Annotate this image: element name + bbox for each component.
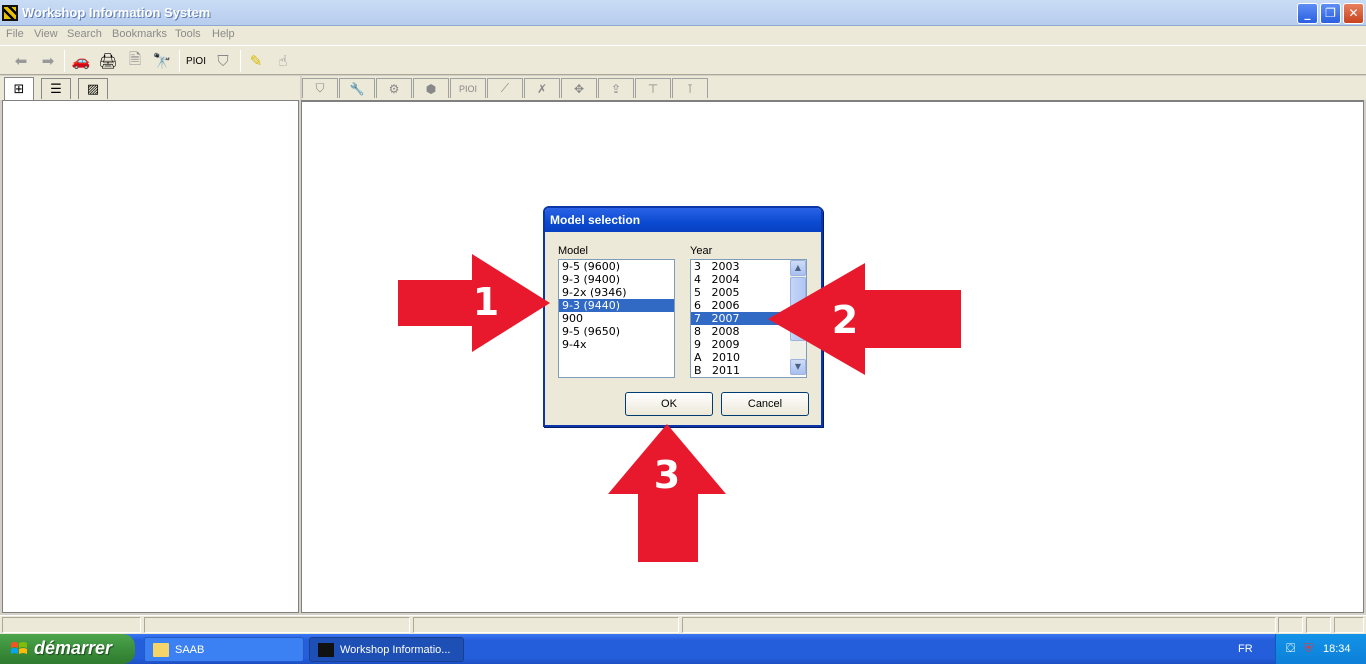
restore-button[interactable]: ❐ xyxy=(1320,3,1341,24)
shield-icon: ⛉ xyxy=(315,81,325,95)
model-list-item[interactable]: 9-4x xyxy=(559,338,674,351)
minimize-button[interactable]: _ xyxy=(1297,3,1318,24)
window-title: Workshop Information System xyxy=(22,5,211,20)
menu-view[interactable]: View xyxy=(34,28,58,40)
board-icon: ⊤ xyxy=(647,81,659,96)
tree-icon: ⊞ xyxy=(13,81,25,97)
tab-diagnostics[interactable]: ⟋ xyxy=(487,78,523,98)
start-button[interactable]: démarrer xyxy=(0,634,135,664)
tab-list[interactable]: ☰ xyxy=(41,78,71,99)
dialog-title: Model selection xyxy=(550,213,641,227)
shirt-icon: ⊺ xyxy=(686,81,694,96)
menu-file[interactable]: File xyxy=(6,28,24,40)
start-label: démarrer xyxy=(34,638,113,658)
model-list-item[interactable]: 9-3 (9400) xyxy=(559,273,674,286)
tab-image[interactable]: ▨ xyxy=(78,78,108,99)
model-list-item[interactable]: 9-5 (9600) xyxy=(559,260,674,273)
year-label: Year xyxy=(690,245,713,257)
tab-body[interactable]: ⊺ xyxy=(672,78,708,98)
model-list-item[interactable]: 900 xyxy=(559,312,674,325)
pioi-button[interactable]: PIOI xyxy=(185,51,207,71)
network-icon[interactable]: ⛋ xyxy=(1286,641,1295,656)
dialog-title-bar[interactable]: Model selection xyxy=(545,208,821,232)
taskbar-item-workshop[interactable]: Workshop Informatio... xyxy=(309,637,464,662)
tab-chassis[interactable]: ⛉ xyxy=(302,78,338,98)
menu-tools[interactable]: Tools xyxy=(175,28,201,40)
language-indicator[interactable]: FR xyxy=(1238,643,1253,655)
menu-help[interactable]: Help xyxy=(212,28,235,40)
annotation-number-1: 1 xyxy=(473,280,499,324)
binoculars-icon[interactable]: 🔭 xyxy=(152,51,172,71)
crossed-tools-icon: ✗ xyxy=(536,81,548,96)
toolbar: ⬅ ➡ 🚗 🖨 🗎 🔭 PIOI ⛉ ✎ ☝ xyxy=(0,45,1366,75)
security-shield-icon[interactable]: ⛨ xyxy=(1304,641,1313,656)
model-list-item[interactable]: 9-5 (9650) xyxy=(559,325,674,338)
funnel-icon[interactable]: ⛉ xyxy=(213,51,233,71)
annotation-number-2: 2 xyxy=(832,298,858,342)
system-tray: ⛋ ⛨ xyxy=(1275,634,1366,664)
image-icon: ▨ xyxy=(86,81,100,97)
menu-search[interactable]: Search xyxy=(67,28,102,40)
cancel-button[interactable]: Cancel xyxy=(721,392,809,416)
document-icon[interactable]: 🗎 xyxy=(125,50,145,71)
tab-move[interactable]: ✥ xyxy=(561,78,597,98)
windows-logo-icon xyxy=(11,642,27,654)
left-tab-strip: ⊞ ☰ ▨ xyxy=(0,76,300,100)
clock: 18:34 xyxy=(1323,643,1351,655)
forward-arrow-icon[interactable]: ➡ xyxy=(38,51,58,71)
upload-icon: ⇪ xyxy=(610,81,622,96)
task-label: Workshop Informatio... xyxy=(340,644,451,656)
list-icon: ☰ xyxy=(50,81,62,97)
status-bar xyxy=(0,615,1366,634)
tab-engine[interactable]: ⚙ xyxy=(376,78,412,98)
hand-document-icon[interactable]: ☝ xyxy=(273,51,293,71)
cube-icon: ⬢ xyxy=(425,81,437,96)
probe-icon: ⟋ xyxy=(500,81,510,95)
menu-bookmarks[interactable]: Bookmarks xyxy=(112,28,167,40)
navigation-pane[interactable] xyxy=(2,100,299,613)
app-icon xyxy=(318,643,334,657)
title-bar[interactable]: Workshop Information System _ ❐ ✕ xyxy=(0,0,1366,26)
gears-icon: ⚙ xyxy=(388,81,400,96)
tab-upload[interactable]: ⇪ xyxy=(598,78,634,98)
annotation-arrow-2: 2 xyxy=(768,263,961,375)
folder-icon xyxy=(153,643,169,657)
wrench-icon: 🔧 xyxy=(349,81,365,96)
model-label: Model xyxy=(558,245,588,257)
model-list-item[interactable]: 9-2x (9346) xyxy=(559,286,674,299)
annotation-arrow-3: 3 xyxy=(608,424,726,562)
tab-repair[interactable]: ✗ xyxy=(524,78,560,98)
task-label: SAAB xyxy=(175,644,205,656)
taskbar: démarrer SAAB Workshop Informatio... FR … xyxy=(0,634,1366,664)
right-tab-strip: ⛉ 🔧 ⚙ ⬢ PIOI ⟋ ✗ ✥ ⇪ ⊤ ⊺ xyxy=(302,76,1366,100)
move-icon: ✥ xyxy=(573,81,585,96)
menu-bar: File View Search Bookmarks Tools Help xyxy=(0,26,1366,45)
close-button[interactable]: ✕ xyxy=(1343,3,1364,24)
taskbar-item-saab[interactable]: SAAB xyxy=(144,637,304,662)
tab-pioi[interactable]: PIOI xyxy=(450,78,486,98)
car-icon[interactable]: 🚗 xyxy=(71,51,91,71)
ok-button[interactable]: OK xyxy=(625,392,713,416)
tab-specs[interactable]: ⊤ xyxy=(635,78,671,98)
annotation-number-3: 3 xyxy=(654,453,680,497)
app-icon xyxy=(2,5,18,21)
back-arrow-icon[interactable]: ⬅ xyxy=(11,51,31,71)
model-list-item[interactable]: 9-3 (9440) xyxy=(559,299,674,312)
print-icon[interactable]: 🖨 xyxy=(98,51,118,71)
model-listbox[interactable]: 9-5 (9600) 9-3 (9400) 9-2x (9346) 9-3 (9440… xyxy=(558,259,675,378)
highlighter-icon[interactable]: ✎ xyxy=(246,51,266,71)
tab-components[interactable]: ⬢ xyxy=(413,78,449,98)
tab-tools[interactable]: 🔧 xyxy=(339,78,375,98)
tab-tree[interactable]: ⊞ xyxy=(4,77,34,100)
annotation-arrow-1: 1 xyxy=(398,254,550,352)
